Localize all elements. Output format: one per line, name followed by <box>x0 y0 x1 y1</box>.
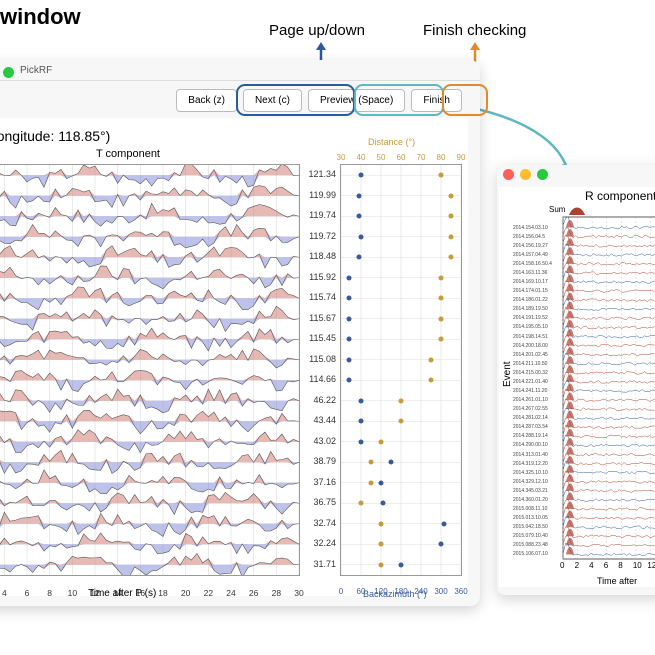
annot-finish-checking: Finish checking <box>423 22 526 39</box>
zoom-icon[interactable] <box>3 67 14 78</box>
preview-traffic-lights <box>503 169 548 180</box>
tplot-title: T component <box>0 148 298 160</box>
xlabel-time: Time after P (s) <box>88 588 156 599</box>
distance-baz-plot[interactable]: 30405060708090 060120180240300360 <box>340 164 462 576</box>
r-components-plot[interactable]: R components Sum Event Time after 2014.1… <box>499 187 655 587</box>
page-title: window <box>0 4 81 30</box>
close-icon[interactable] <box>503 169 514 180</box>
baz-bot-label: Backazimuth (°) <box>363 589 427 599</box>
window-traffic-lights <box>0 67 14 78</box>
annot-page-updown: Page up/down <box>269 22 365 39</box>
dist-top-label: Distance (°) <box>368 137 415 147</box>
minimize-icon[interactable] <box>520 169 531 180</box>
t-component-plot[interactable]: 024681012141618202224262830 <box>0 164 300 576</box>
window-title: PickRF <box>0 60 480 81</box>
row-value-labels: 121.34119.99119.74119.72118.48115.92115.… <box>300 164 338 574</box>
zoom-icon[interactable] <box>537 169 548 180</box>
preview-window: R components Sum Event Time after 2014.1… <box>497 165 655 595</box>
main-window: PickRF Back (z) Next (c) Preview (Space)… <box>0 60 480 606</box>
toolbar: Back (z) Next (c) Preview (Space) Finish <box>0 81 480 118</box>
group-rect-page <box>236 84 355 116</box>
back-button[interactable]: Back (z) <box>176 89 237 112</box>
group-rect-finish <box>442 84 488 116</box>
plot-area: 05°, Longitude: 118.85°) T component 024… <box>0 118 468 596</box>
group-rect-preview <box>354 84 444 116</box>
